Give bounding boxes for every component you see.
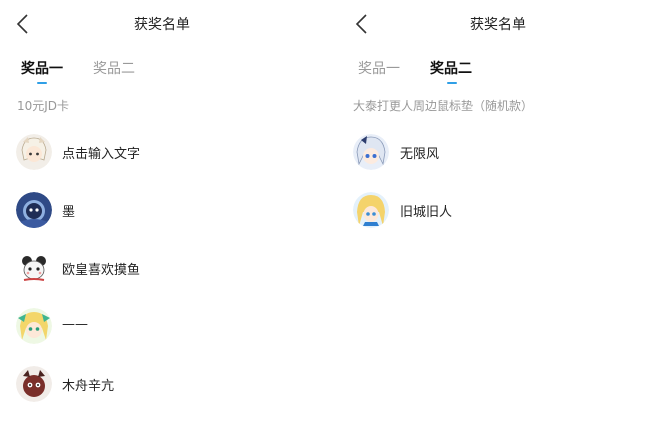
list-item[interactable]: 欧皇喜欢摸鱼	[0, 250, 336, 296]
tab-prize-1[interactable]: 奖品一	[358, 58, 400, 78]
winner-name: 无限风	[400, 147, 440, 162]
avatar	[16, 134, 52, 170]
avatar	[353, 134, 389, 170]
list-item[interactable]: 无限风	[336, 134, 672, 180]
tab-prize-2[interactable]: 奖品二	[430, 58, 472, 78]
winner-list-screen-prize-1: 获奖名单 奖品一 奖品二 10元JD卡 点击输入文字 墨 欧皇喜欢摸鱼 —— 木…	[0, 0, 336, 438]
page-title: 获奖名单	[470, 17, 526, 33]
list-item[interactable]: 点击输入文字	[0, 134, 336, 180]
winner-name: 旧城旧人	[400, 205, 453, 220]
winner-name: 木舟辛亢	[62, 379, 115, 394]
winner-name: ——	[62, 317, 88, 332]
winner-name: 点击输入文字	[62, 147, 141, 162]
avatar	[16, 192, 52, 228]
winner-name: 墨	[62, 205, 76, 220]
prize-tabs: 奖品一 奖品二	[336, 58, 672, 88]
list-item[interactable]: 木舟辛亢	[0, 366, 336, 412]
avatar	[16, 250, 52, 286]
avatar	[16, 366, 52, 402]
prize-name: 大泰打更人周边鼠标垫（随机款）	[353, 99, 534, 113]
list-item[interactable]: 墨	[0, 192, 336, 238]
header: 获奖名单	[0, 0, 336, 46]
winner-name: 欧皇喜欢摸鱼	[62, 263, 141, 278]
page-title: 获奖名单	[134, 17, 190, 33]
list-item[interactable]: 旧城旧人	[336, 192, 672, 238]
screens: 获奖名单 奖品一 奖品二 10元JD卡 点击输入文字 墨 欧皇喜欢摸鱼 —— 木…	[0, 0, 672, 438]
active-tab-indicator	[37, 82, 47, 84]
prize-name: 10元JD卡	[17, 99, 70, 113]
avatar	[16, 308, 52, 344]
prize-tabs: 奖品一 奖品二	[0, 58, 336, 88]
header: 获奖名单	[336, 0, 672, 46]
tab-prize-1[interactable]: 奖品一	[21, 58, 63, 78]
winner-list-screen-prize-2: 获奖名单 奖品一 奖品二 大泰打更人周边鼠标垫（随机款） 无限风 旧城旧人	[336, 0, 672, 438]
active-tab-indicator	[447, 82, 457, 84]
tab-prize-2[interactable]: 奖品二	[93, 58, 135, 78]
list-item[interactable]: ——	[0, 308, 336, 354]
avatar	[353, 192, 389, 228]
